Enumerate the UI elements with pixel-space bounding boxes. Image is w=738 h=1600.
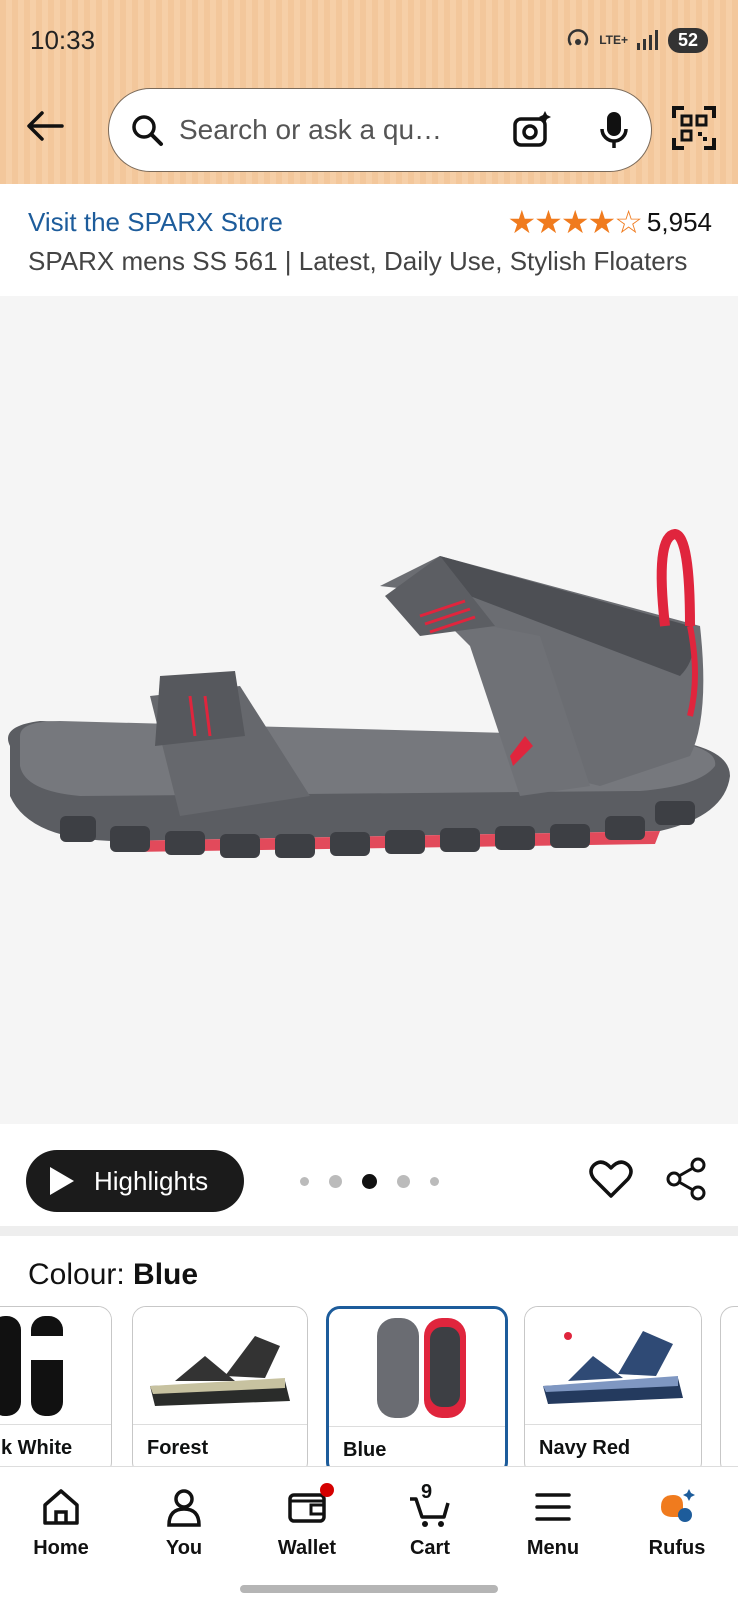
colour-swatches: k White Forest Blue Navy Red	[0, 1306, 738, 1466]
share-icon[interactable]	[664, 1156, 710, 1202]
nav-cart[interactable]: 9 Cart	[375, 1481, 485, 1565]
swatch-name: Forest	[147, 1437, 209, 1459]
search-icon	[132, 115, 163, 146]
status-time: 10:33	[30, 24, 96, 55]
carousel-dot[interactable]	[430, 1177, 439, 1186]
nav-label: Home	[33, 1537, 89, 1559]
rating[interactable]: ★★★★☆ 5,954	[507, 203, 712, 241]
nav-label: You	[165, 1537, 203, 1559]
home-icon	[43, 1489, 79, 1525]
nav-label: Wallet	[277, 1537, 337, 1559]
camera-lens-icon[interactable]	[511, 109, 553, 151]
swatch-image	[0, 1307, 111, 1425]
carousel-dot-active[interactable]	[362, 1174, 377, 1189]
nav-wallet[interactable]: Wallet	[252, 1483, 362, 1565]
swatch-black-white[interactable]: k White	[0, 1306, 112, 1466]
highlights-label: Highlights	[94, 1165, 209, 1196]
carousel-dot[interactable]	[300, 1177, 309, 1186]
status-bar: 10:33 LTE+ 52	[30, 20, 708, 60]
nav-home[interactable]: Home	[6, 1485, 116, 1565]
menu-icon	[535, 1493, 571, 1521]
swatch-navy-red[interactable]: Navy Red	[524, 1306, 702, 1466]
swatch-more[interactable]	[720, 1306, 738, 1466]
nav-menu[interactable]: Menu	[498, 1485, 608, 1565]
media-actions-row: Highlights	[0, 1140, 738, 1224]
app-header: 10:33 LTE+ 52 Search or ask a qu…	[0, 0, 738, 184]
product-title: SPARX mens SS 561 | Latest, Daily Use, S…	[28, 246, 688, 276]
star-rating-icon: ★★★★☆	[507, 204, 642, 240]
visit-store-link[interactable]: Visit the SPARX Store	[28, 207, 283, 238]
nav-label: Rufus	[648, 1537, 706, 1559]
battery-level: 52	[667, 27, 708, 53]
rating-count: 5,954	[646, 206, 712, 237]
search-input[interactable]: Search or ask a qu…	[179, 114, 511, 146]
selected-colour: Blue	[133, 1258, 199, 1291]
carousel-dot[interactable]	[329, 1175, 342, 1188]
notification-dot	[320, 1483, 334, 1497]
microphone-icon[interactable]	[597, 109, 631, 151]
product-image[interactable]	[0, 296, 738, 1124]
home-indicator[interactable]	[240, 1585, 498, 1593]
user-icon	[167, 1489, 201, 1527]
status-icons: LTE+ 52	[565, 27, 708, 53]
swatch-name: k White	[1, 1437, 73, 1459]
swatch-image	[329, 1309, 505, 1427]
qr-scan-icon[interactable]	[672, 106, 716, 150]
swatch-image	[133, 1307, 307, 1425]
swatch-name: Navy Red	[539, 1437, 631, 1459]
highlights-button[interactable]: Highlights	[26, 1150, 244, 1212]
back-arrow-icon[interactable]	[22, 104, 66, 148]
bottom-navigation: Home You Wallet 9 Cart Menu Rufus	[0, 1466, 738, 1600]
hotspot-icon	[567, 29, 589, 46]
sandal-image	[8, 528, 730, 858]
swatch-forest[interactable]: Forest	[132, 1306, 308, 1466]
network-type: LTE+	[599, 33, 628, 47]
heart-icon[interactable]	[588, 1156, 634, 1202]
carousel-dots	[300, 1174, 439, 1189]
nav-you[interactable]: You	[129, 1485, 239, 1565]
cart-count: 9	[421, 1481, 433, 1503]
colour-label: Colour: Blue	[28, 1258, 199, 1291]
section-divider	[0, 1226, 738, 1236]
signal-icon	[636, 30, 658, 50]
carousel-dot[interactable]	[397, 1175, 410, 1188]
swatch-blue[interactable]: Blue	[326, 1306, 508, 1466]
swatch-name: Blue	[343, 1439, 387, 1461]
nav-label: Menu	[526, 1537, 580, 1559]
store-rating-row: Visit the SPARX Store ★★★★☆ 5,954	[28, 200, 712, 244]
nav-rufus[interactable]: Rufus	[622, 1485, 732, 1565]
rufus-icon	[661, 1489, 695, 1522]
nav-label: Cart	[409, 1537, 450, 1559]
swatch-image	[525, 1307, 701, 1425]
play-icon	[50, 1167, 74, 1195]
search-bar[interactable]: Search or ask a qu…	[108, 88, 652, 172]
